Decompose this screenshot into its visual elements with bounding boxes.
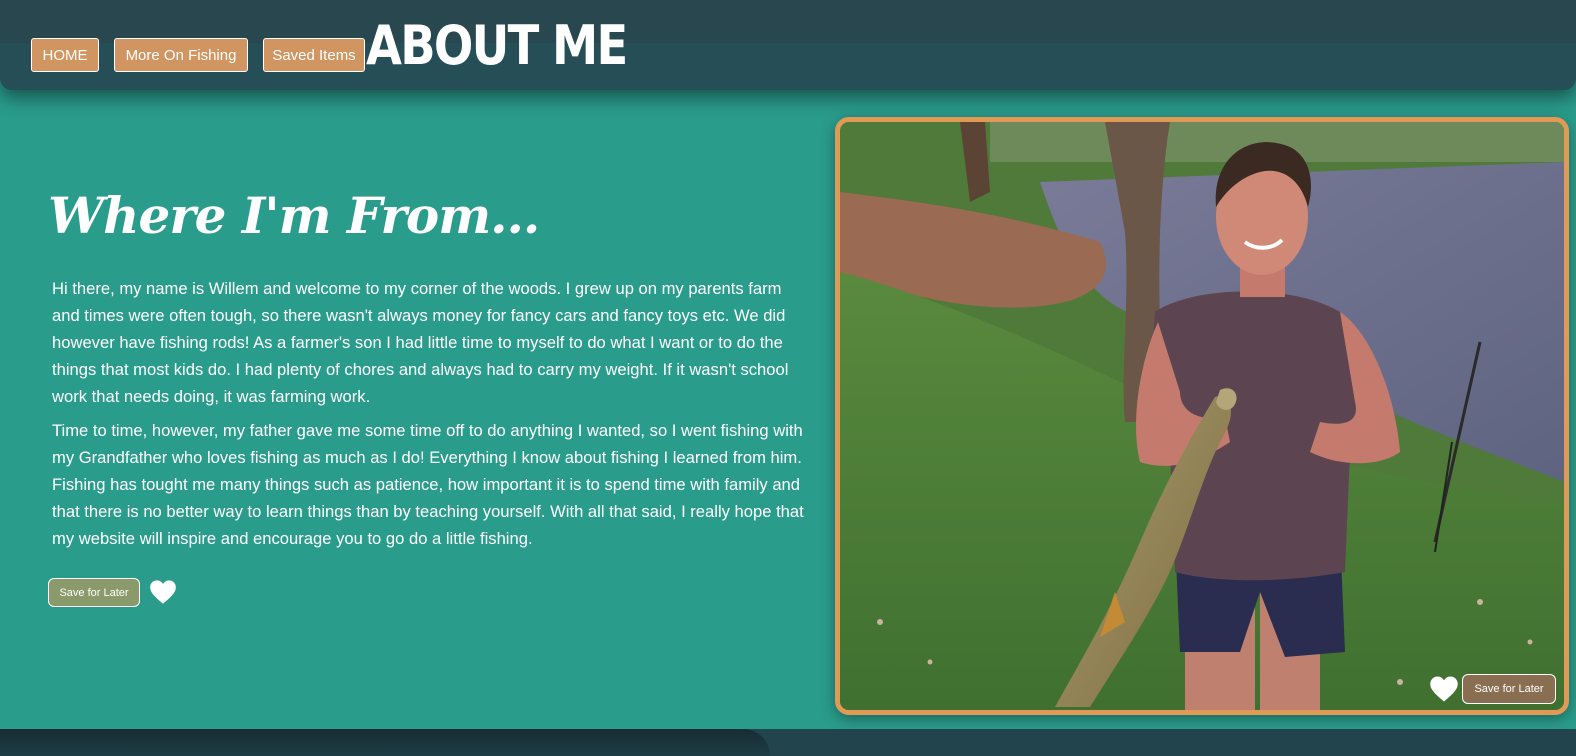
fishing-paragraph: Time to time, however, my father gave me… [52,421,804,548]
heart-icon[interactable] [1429,675,1459,703]
nav-saved-items-button[interactable]: Saved Items [263,38,365,72]
nav-more-on-fishing-button[interactable]: More On Fishing [114,38,248,72]
section-heading: Where I'm From... [48,186,540,245]
header-top-band [0,0,1576,43]
save-for-later-button[interactable]: Save for Later [48,578,140,607]
footer-shadow [0,729,770,756]
intro-paragraph: Hi there, my name is Willem and welcome … [52,279,789,406]
nav-home-button[interactable]: HOME [31,38,99,72]
page-title: ABOUT ME [366,14,628,77]
heart-icon[interactable] [149,579,177,605]
photo-illustration [840,122,1564,710]
photo-save-for-later-button[interactable]: Save for Later [1462,674,1556,704]
site-header: HOME More On Fishing Saved Items ABOUT M… [0,0,1576,90]
fishing-photo [835,117,1569,715]
